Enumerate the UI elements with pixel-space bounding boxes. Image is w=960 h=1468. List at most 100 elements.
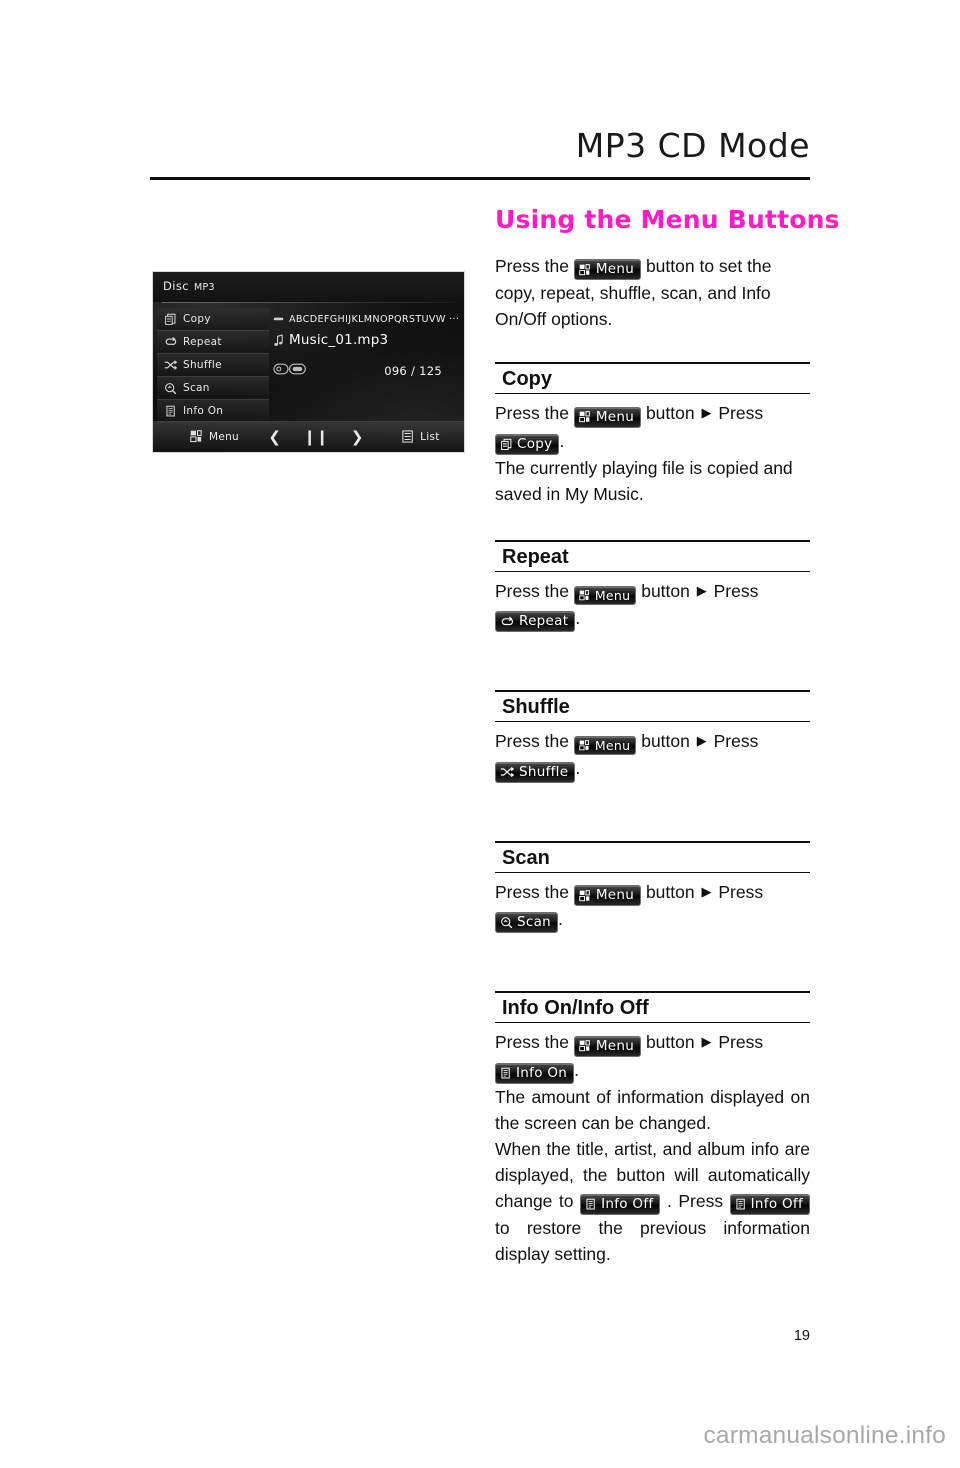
menu-chip-label: Menu xyxy=(594,587,631,603)
page-number: 19 xyxy=(793,1328,810,1344)
press-the-text: Press the xyxy=(495,881,569,902)
header-divider xyxy=(150,177,810,181)
button-word: button xyxy=(645,403,695,424)
arrow-right-icon: ▶ xyxy=(696,582,707,598)
screen-list-button-label: List xyxy=(420,431,440,443)
intro-paragraph: Press the Menu button to set the copy, r… xyxy=(495,253,810,333)
info-desc2-c: to restore the previous information disp… xyxy=(495,1217,810,1264)
menu-chip[interactable]: Menu xyxy=(573,585,637,605)
list-icon xyxy=(402,428,414,447)
copy-description: The currently playing file is copied and… xyxy=(495,457,793,504)
screen-bottom-bar: Menu ❮ ❙❙ ❯ List xyxy=(153,421,464,452)
pause-icon: ❙❙ xyxy=(303,427,329,446)
shuffle-chip[interactable]: Shuffle xyxy=(495,761,576,783)
screen-pause-button[interactable]: ❙❙ xyxy=(295,422,336,452)
repeat-chip-label: Repeat xyxy=(519,613,569,630)
info-desc2-b: . Press xyxy=(666,1190,724,1211)
menu-chip-label: Menu xyxy=(594,738,631,754)
menu-grid-icon xyxy=(190,428,204,447)
menu-grid-icon xyxy=(579,263,592,276)
section-rule-bottom xyxy=(495,871,810,873)
section-heading: Using the Menu Buttons xyxy=(495,205,840,234)
menu-grid-icon xyxy=(579,589,591,601)
album-icon xyxy=(273,315,284,323)
menu-chip[interactable]: Menu xyxy=(573,885,642,907)
watermark: carmanualsonline.info xyxy=(703,1422,946,1449)
copy-chip[interactable]: Copy xyxy=(495,433,560,455)
section-scan: Scan Press the Menu button ▶ Press Scan … xyxy=(495,840,810,934)
section-shuffle: Shuffle Press the Menu button ▶ Press Sh… xyxy=(495,690,810,783)
section-rule-bottom xyxy=(495,721,810,723)
press-word: Press xyxy=(718,881,764,902)
info-off-chip-2-label: Info Off xyxy=(750,1195,803,1212)
info-icon xyxy=(500,1067,512,1080)
chevron-right-icon: ❯ xyxy=(350,427,364,446)
section-info: Info On/Info Off Press the Menu button ▶… xyxy=(495,991,810,1267)
menu-chip-label: Menu xyxy=(595,408,635,425)
shuffle-steps: Press the Menu button ▶ Press Shuffle . xyxy=(495,728,810,783)
info-off-chip[interactable]: Info Off xyxy=(580,1193,661,1215)
menu-grid-icon xyxy=(579,411,592,423)
repeat-chip[interactable]: Repeat xyxy=(495,611,576,633)
scan-chip-label: Scan xyxy=(517,914,552,931)
repeat-steps: Press the Menu button ▶ Press Repeat . xyxy=(495,578,810,633)
section-copy: Copy Press the Menu button ▶ Press Copy … xyxy=(495,362,810,507)
info-icon xyxy=(735,1198,747,1211)
info-description-1: The amount of information displayed on t… xyxy=(495,1086,810,1133)
intro-before-text: Press the xyxy=(495,255,569,276)
menu-chip[interactable]: Menu xyxy=(573,736,637,756)
screen-menu-list: Copy Repeat Shuffle Scan Info On xyxy=(157,308,269,423)
chevron-left-icon: ❮ xyxy=(268,427,281,446)
section-rule-bottom xyxy=(495,1022,810,1024)
screen-menu-item-copy[interactable]: Copy xyxy=(157,308,269,331)
info-off-chip-label: Info Off xyxy=(601,1195,654,1212)
screen-prev-button[interactable]: ❮ xyxy=(254,422,295,452)
menu-chip[interactable]: Menu xyxy=(573,406,642,428)
screen-list-button[interactable]: List xyxy=(378,422,464,452)
screen-track-text: Music_01.mp3 xyxy=(289,332,389,348)
copy-steps: Press the Menu button ▶ Press Copy . xyxy=(495,400,810,455)
info-on-chip[interactable]: Info On xyxy=(495,1062,575,1084)
screen-menu-item-scan[interactable]: Scan xyxy=(157,377,269,400)
screen-source-label: Disc MP3 xyxy=(163,279,215,293)
screen-album-text: ABCDEFGHIJKLMNOPQRSTUVW ··· xyxy=(289,313,458,325)
screen-menu-button-label: Menu xyxy=(208,431,239,443)
audio-mode-icon xyxy=(273,361,307,380)
scan-chip[interactable]: Scan xyxy=(495,912,559,934)
press-word: Press xyxy=(718,1032,764,1053)
screen-next-button[interactable]: ❯ xyxy=(337,422,378,452)
copy-chip-label: Copy xyxy=(517,435,553,452)
screen-menu-item-info[interactable]: Info On xyxy=(157,400,269,423)
scan-icon xyxy=(500,916,513,929)
period: . xyxy=(574,1059,579,1080)
screen-status-row: 096 / 125 xyxy=(273,361,458,380)
page-header: MP3 CD Mode xyxy=(150,126,810,181)
repeat-icon xyxy=(163,335,178,349)
press-word: Press xyxy=(713,731,759,752)
info-off-chip-2[interactable]: Info Off xyxy=(729,1193,810,1215)
menu-chip[interactable]: Menu xyxy=(573,1035,642,1057)
press-word: Press xyxy=(713,580,759,601)
button-word: button xyxy=(645,881,695,902)
shuffle-icon xyxy=(163,358,178,372)
button-word: button xyxy=(645,1032,695,1053)
section-title-repeat: Repeat xyxy=(502,545,569,568)
screen-menu-button[interactable]: Menu xyxy=(153,422,254,452)
screen-menu-label: Shuffle xyxy=(183,359,222,371)
page-title: MP3 CD Mode xyxy=(575,126,810,165)
shuffle-chip-label: Shuffle xyxy=(519,763,569,780)
period: . xyxy=(575,758,581,779)
scan-icon xyxy=(163,381,178,395)
section-title-copy: Copy xyxy=(502,368,552,391)
section-rule-bottom xyxy=(495,393,810,395)
press-the-text: Press the xyxy=(495,1032,569,1053)
arrow-right-icon: ▶ xyxy=(701,1034,712,1050)
copy-icon xyxy=(163,312,178,326)
section-repeat: Repeat Press the Menu button ▶ Press Rep… xyxy=(495,539,810,633)
copy-icon xyxy=(500,438,513,451)
menu-chip[interactable]: Menu xyxy=(573,259,642,281)
menu-grid-icon xyxy=(579,740,591,751)
screen-menu-item-shuffle[interactable]: Shuffle xyxy=(157,354,269,377)
press-the-text: Press the xyxy=(495,731,569,752)
screen-menu-item-repeat[interactable]: Repeat xyxy=(157,331,269,354)
